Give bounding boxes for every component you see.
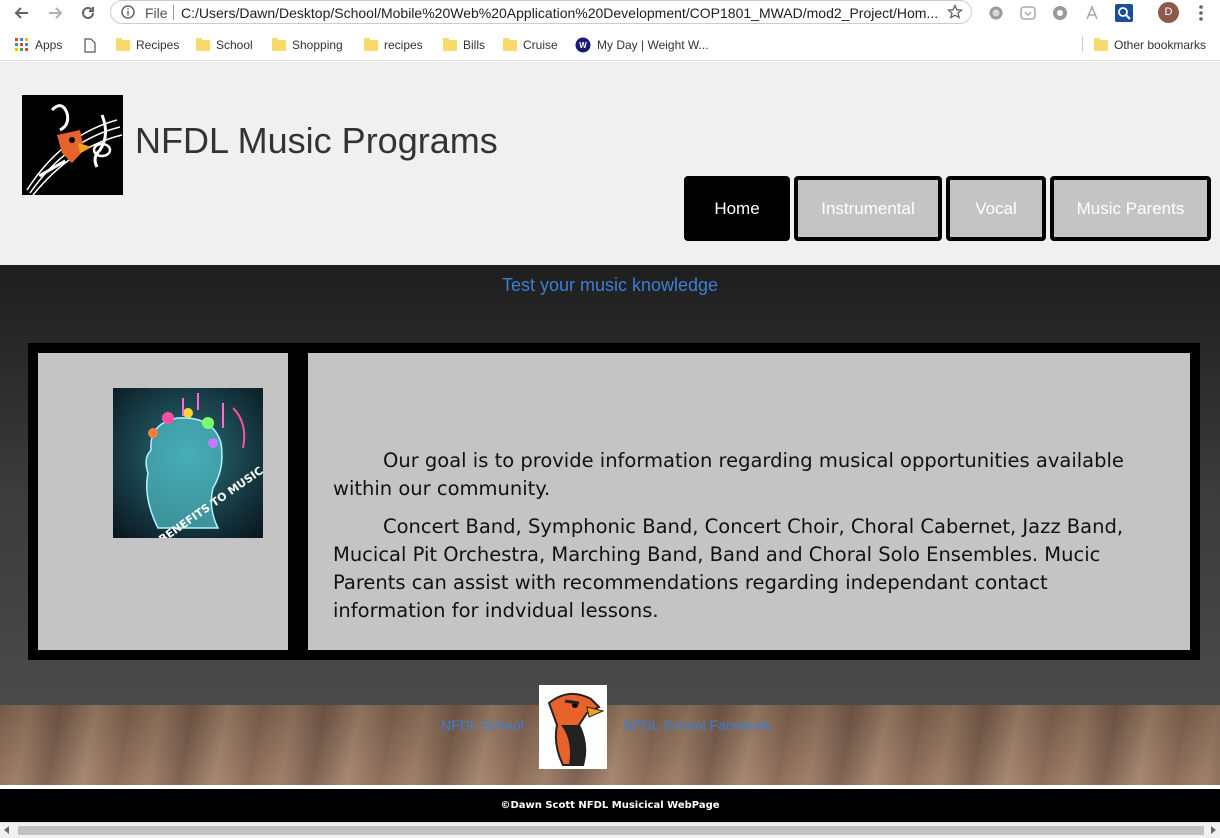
pocket-icon[interactable] [1019,4,1037,22]
site-header: NFDL Music Programs Home Instrumental Vo… [0,62,1220,265]
bookmark-label: My Day | Weight W... [597,38,709,52]
bookmark-cruise[interactable]: Cruise [503,37,558,53]
pdf-icon[interactable] [1083,4,1101,22]
folder-icon [272,37,286,51]
folder-icon [196,37,210,51]
nav-home-button[interactable]: Home [684,176,790,241]
nav-music-parents-button[interactable]: Music Parents [1050,176,1211,241]
text-panel: Our goal is to provide information regar… [308,353,1190,650]
bookmark-label: Bills [463,38,486,52]
info-icon[interactable] [121,5,135,19]
more-menu-icon[interactable] [1196,3,1206,23]
forward-button[interactable] [45,3,65,23]
url-scheme: File [145,5,168,21]
quiz-link[interactable]: Test your music knowledge [0,275,1220,296]
ww-icon: W [575,37,591,53]
page-icon [84,37,96,53]
folder-icon [1094,37,1108,51]
extension-circle-icon[interactable] [987,4,1005,22]
web-page: NFDL Music Programs Home Instrumental Vo… [0,62,1220,822]
arrow-right-icon [49,7,63,19]
intro-text: Our goal is to provide information regar… [333,447,1163,635]
browser-toolbar: File C:/Users/Dawn/Desktop/School/Mobile… [0,0,1220,26]
url-text[interactable]: C:/Users/Dawn/Desktop/School/Mobile%20We… [181,5,937,21]
scroll-right-arrow-icon[interactable] [1211,826,1216,834]
nav-instrumental-button[interactable]: Instrumental [794,176,942,241]
nfdl-school-facebook-link[interactable]: NFDL School Facebook [623,717,771,733]
bookmark-label: Other bookmarks [1114,38,1207,52]
bookmark-recipes-2[interactable]: recipes [364,37,423,53]
bookmark-school[interactable]: School [196,37,253,53]
nfdl-school-link[interactable]: NFDL School [441,717,524,733]
folder-icon [116,37,130,51]
other-bookmarks[interactable]: Other bookmarks [1094,37,1206,53]
address-bar[interactable]: File C:/Users/Dawn/Desktop/School/Mobile… [110,0,972,24]
reload-icon [82,6,94,19]
cardinal-mascot-image[interactable] [539,685,607,769]
bookmark-label: recipes [384,38,423,52]
folder-icon [364,37,378,51]
svg-text:W: W [579,41,587,50]
bookmarks-bar: Apps Recipes School Shopping recipes Bil… [0,30,1220,61]
footer-links: NFDL School NFDL School Facebook [0,681,1220,771]
search-extension-icon[interactable] [1115,4,1133,22]
bookmark-label: Shopping [292,38,343,52]
bookmark-my-day[interactable]: W My Day | Weight W... [575,37,709,53]
bookmark-recipes[interactable]: Recipes [116,37,179,53]
scrollbar-thumb[interactable] [18,826,1204,835]
bookmark-label: Apps [35,38,63,52]
bookmark-apps[interactable]: Apps [15,37,62,53]
bookmark-shopping[interactable]: Shopping [272,37,343,53]
arrow-left-icon [14,7,28,19]
bookmark-label: Recipes [136,38,180,52]
extension-ring-icon[interactable] [1051,4,1069,22]
horizontal-scrollbar[interactable] [0,822,1220,838]
url-divider [173,5,174,20]
goal-paragraph: Our goal is to provide information regar… [333,449,1124,500]
site-title: NFDL Music Programs [135,120,498,161]
bookmark-page[interactable] [84,37,96,53]
image-panel: BENEFITS TO MUSIC [38,353,288,650]
scroll-left-arrow-icon[interactable] [4,826,9,834]
music-logo [22,95,123,195]
folder-icon [443,37,457,51]
bookmark-bills[interactable]: Bills [443,37,485,53]
back-button[interactable] [12,3,32,23]
bookmark-label: School [216,38,253,52]
apps-grid-icon [15,38,28,51]
nav-vocal-button[interactable]: Vocal [946,176,1046,241]
bookmark-label: Cruise [523,38,558,52]
star-icon[interactable] [947,4,963,20]
content-box: BENEFITS TO MUSIC Our goal is to provide… [28,343,1200,660]
profile-avatar[interactable]: D [1158,2,1179,23]
programs-paragraph: Concert Band, Symphonic Band, Concert Ch… [333,515,1124,622]
bookmark-divider [1082,36,1083,52]
copyright-footer: ©Dawn Scott NFDL Musicical WebPage [0,789,1220,822]
folder-icon [503,37,517,51]
benefits-to-music-image: BENEFITS TO MUSIC [113,388,263,538]
reload-button[interactable] [78,3,98,23]
